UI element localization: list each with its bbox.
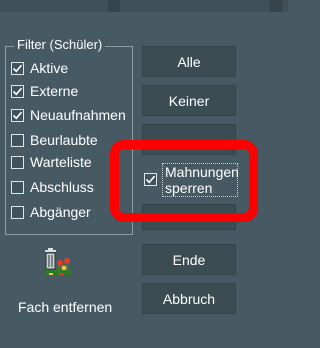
abbruch-button[interactable]: Abbruch <box>142 283 236 314</box>
filter-item-label: Beurlaubte <box>30 132 98 148</box>
filter-item-aktive[interactable]: Aktive <box>11 59 68 77</box>
keiner-button[interactable]: Keiner <box>142 85 236 116</box>
mahnungen-sperren-checkbox[interactable]: Mahnungen sperren <box>142 160 239 197</box>
checkbox-icon[interactable] <box>11 155 24 169</box>
checkbox-icon[interactable] <box>11 84 24 98</box>
filter-item-label: Warteliste <box>30 154 92 170</box>
filter-item-externe[interactable]: Externe <box>11 82 78 100</box>
trash-can-icon[interactable] <box>41 247 73 277</box>
fach-entfernen-label: Fach entfernen <box>18 299 113 315</box>
filter-item-label: Aktive <box>30 60 69 76</box>
filter-item-label: Abschluss <box>30 179 94 195</box>
filter-item-label: Neuaufnahmen <box>30 107 126 123</box>
checkbox-icon[interactable] <box>144 173 157 186</box>
hidden-button-2[interactable] <box>142 204 236 230</box>
checkbox-icon[interactable] <box>11 61 24 75</box>
mahnungen-label-line2: sperren <box>165 180 213 196</box>
filter-item-beurlaubte[interactable]: Beurlaubte <box>11 131 98 149</box>
checkbox-icon[interactable] <box>11 133 24 147</box>
alle-button[interactable]: Alle <box>142 46 236 77</box>
filter-item-label: Abgänger <box>30 204 91 220</box>
top-strip-notch <box>108 0 120 12</box>
filter-item-abgaenger[interactable]: Abgänger <box>11 203 91 221</box>
checkbox-icon[interactable] <box>11 108 24 122</box>
checkbox-icon[interactable] <box>11 180 24 194</box>
filter-item-label: Externe <box>30 83 79 99</box>
checkbox-icon[interactable] <box>11 205 24 219</box>
mahnungen-sperren-label: Mahnungen sperren <box>162 163 239 197</box>
ende-button[interactable]: Ende <box>142 244 236 275</box>
filter-item-neuaufnahmen[interactable]: Neuaufnahmen <box>11 106 126 124</box>
filter-item-warteliste[interactable]: Warteliste <box>11 153 92 171</box>
top-strip <box>0 0 288 12</box>
mahnungen-label-line1: Mahnungen <box>165 164 239 180</box>
filter-item-abschluss[interactable]: Abschluss <box>11 178 94 196</box>
top-strip-notch <box>270 0 282 12</box>
hidden-button[interactable] <box>142 124 236 155</box>
filter-group-title: Filter (Schüler) <box>14 37 106 53</box>
